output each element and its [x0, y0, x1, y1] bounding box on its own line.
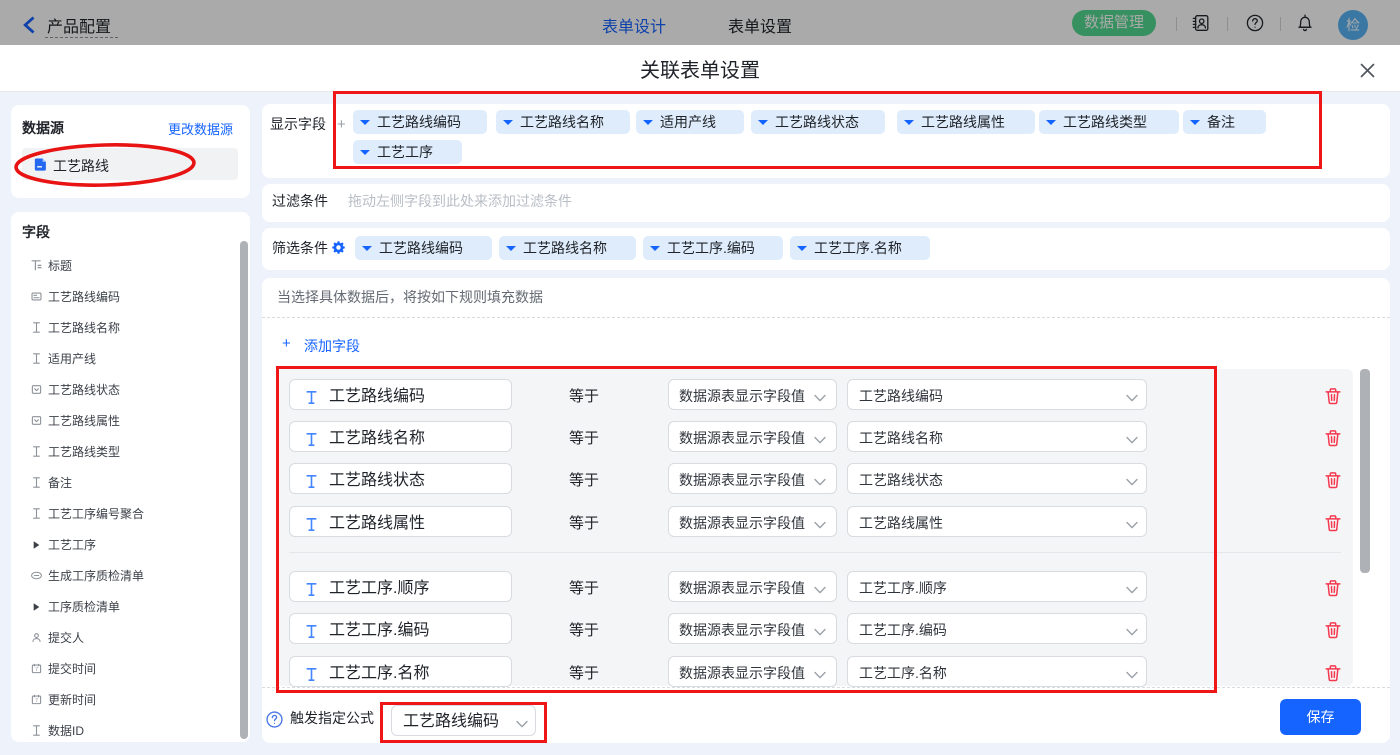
- svg-text:7: 7: [35, 697, 38, 703]
- svg-text:7: 7: [35, 666, 38, 672]
